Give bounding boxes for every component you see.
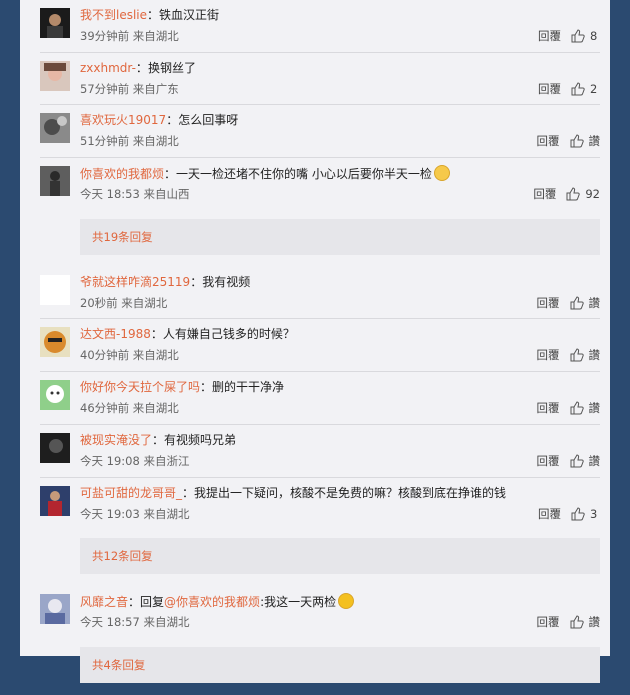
view-replies-link[interactable]: 共19条回复 — [80, 218, 600, 255]
comment-item: 可盐可甜的龙哥哥_：我提出一下疑问，核酸不是免费的嘛？核酸到底在挣谁的钱 今天 … — [40, 478, 600, 531]
reply-button[interactable]: 回覆 — [537, 347, 560, 363]
comment-meta: 今天 19:03 来自湖北 — [80, 506, 190, 521]
reply-button[interactable]: 回覆 — [538, 506, 561, 522]
comment-item: zxxhmdr-：换钢丝了 57分钟前 来自广东 回覆 2 — [40, 53, 600, 106]
comment-item: 风靡之音：回复@你喜欢的我都烦:我这一天两检 今天 18:57 来自湖北 回覆 … — [40, 586, 600, 639]
comment-meta: 39分钟前 来自湖北 — [80, 29, 179, 43]
avatar[interactable] — [40, 166, 70, 197]
like-count: 92 — [585, 187, 600, 202]
thumbs-up-icon[interactable] — [571, 29, 585, 43]
comment-text: 我提出一下疑问，核酸不是免费的嘛？核酸到底在挣谁的钱 — [194, 485, 507, 500]
comment-item: 爷就这样咋滴25119：我有视频 20秒前 来自湖北 回覆 讚 — [40, 267, 600, 320]
reply-button[interactable]: 回覆 — [533, 186, 556, 202]
view-replies-label: 共4条回复 — [92, 657, 146, 672]
like-count: 讚 — [588, 295, 601, 310]
like-count: 2 — [590, 81, 598, 96]
like-count: 讚 — [588, 348, 601, 363]
reply-button[interactable]: 回覆 — [538, 28, 561, 44]
avatar[interactable] — [40, 432, 70, 463]
thumbs-up-icon[interactable] — [570, 615, 584, 629]
username-link[interactable]: 被现实淹没了 — [80, 433, 152, 447]
comment-item: 达文西-1988：人有嫌自己钱多的时候？ 40分钟前 来自湖北 回覆 讚 — [40, 319, 601, 373]
avatar[interactable] — [40, 113, 70, 144]
comment-text: 铁血汉正街 — [159, 8, 220, 22]
comment-meta: 40分钟前 来自湖北 — [80, 348, 179, 363]
thumbs-up-icon[interactable] — [570, 454, 584, 468]
thumbs-up-icon[interactable] — [571, 506, 585, 521]
comment-text: 删的干干净净 — [212, 380, 285, 395]
comment-list: 我不到leslie：铁血汉正街 39分钟前 来自湖北 回覆 8 zxxhmdr-… — [40, 0, 600, 695]
username-link[interactable]: 爷就这样咋滴25119 — [80, 275, 190, 289]
avatar[interactable] — [40, 594, 70, 625]
reply-button[interactable]: 回覆 — [537, 295, 560, 311]
reply-button[interactable]: 回覆 — [537, 133, 560, 149]
thumbs-up-icon[interactable] — [571, 82, 585, 96]
thumbs-up-icon[interactable] — [570, 134, 584, 148]
username-link[interactable]: 达文西-1988 — [80, 327, 151, 341]
comment-text: 人有嫌自己钱多的时候？ — [162, 327, 295, 342]
avatar[interactable] — [40, 327, 70, 358]
comment-text: 有视频吗兄弟 — [164, 432, 237, 447]
reply-button[interactable]: 回覆 — [537, 614, 560, 630]
comment-item: 喜欢玩火19017：怎么回事呀 51分钟前 来自湖北 回覆 讚 — [40, 105, 601, 159]
like-count: 8 — [590, 29, 598, 43]
thumbs-up-icon[interactable] — [570, 296, 584, 310]
avatar[interactable] — [40, 274, 70, 305]
view-replies-label: 共12条回复 — [92, 549, 153, 564]
avatar[interactable] — [40, 485, 70, 516]
comment-item: 我不到leslie：铁血汉正街 39分钟前 来自湖北 回覆 8 — [40, 0, 600, 53]
view-replies-link[interactable]: 共12条回复 — [80, 538, 600, 575]
comment-meta: 今天 19:08 来自浙江 — [80, 453, 190, 468]
like-count: 3 — [590, 506, 598, 521]
comment-text: 换钢丝了 — [147, 60, 196, 75]
like-count: 讚 — [588, 615, 601, 630]
comment-text: 一天一检还堵不住你的嘴 小心以后要你半天一检 — [176, 167, 432, 182]
mention-link[interactable]: @你喜欢的我都烦 — [164, 595, 260, 609]
comment-text: 怎么回事呀 — [178, 113, 239, 128]
comment-meta: 20秒前 来自湖北 — [80, 295, 168, 310]
reply-button[interactable]: 回覆 — [537, 400, 560, 416]
like-count: 讚 — [588, 134, 601, 149]
tongue-emoji-icon — [338, 593, 355, 610]
comment-text: 我有视频 — [202, 274, 251, 289]
comment-item: 你好你今天拉个屎了吗：删的干干净净 46分钟前 来自湖北 回覆 讚 — [40, 372, 600, 425]
username-link[interactable]: 风靡之音 — [80, 595, 128, 609]
reply-prefix: 回复 — [140, 595, 165, 610]
comment-line: 我不到leslie：铁血汉正街 — [80, 8, 220, 22]
thumbs-up-icon[interactable] — [566, 187, 581, 201]
username-link[interactable]: 你喜欢的我都烦 — [80, 167, 164, 181]
thumbs-up-icon[interactable] — [570, 401, 584, 415]
comment-meta: 51分钟前 来自湖北 — [80, 134, 179, 149]
comment-meta: 46分钟前 来自湖北 — [80, 401, 179, 416]
reply-button[interactable]: 回覆 — [537, 453, 560, 469]
username-link[interactable]: 喜欢玩火19017 — [80, 113, 166, 127]
comment-meta: 57分钟前 来自广东 — [80, 81, 179, 96]
avatar[interactable] — [40, 60, 70, 91]
comment-actions: 回覆 8 — [538, 28, 600, 44]
comment-text: :我这一天两检 — [260, 595, 337, 610]
comments-panel: 我不到leslie：铁血汉正街 39分钟前 来自湖北 回覆 8 zxxhmdr-… — [20, 0, 610, 683]
comment-meta: 今天 18:57 来自湖北 — [80, 615, 190, 630]
comment-meta: 今天 18:53 来自山西 — [80, 187, 190, 202]
view-replies-link[interactable]: 共4条回复 — [80, 646, 600, 683]
comment-item: 你喜欢的我都烦：一天一检还堵不住你的嘴 小心以后要你半天一检 今天 18:53 … — [40, 158, 600, 211]
reply-button[interactable]: 回覆 — [538, 81, 561, 97]
like-count: 讚 — [588, 401, 601, 416]
avatar[interactable] — [40, 8, 70, 38]
avatar[interactable] — [40, 380, 70, 411]
view-replies-label: 共19条回复 — [92, 229, 153, 244]
cat-emoji-icon — [433, 165, 450, 182]
username-link[interactable]: 你好你今天拉个屎了吗 — [80, 380, 200, 394]
username-link[interactable]: zxxhmdr- — [80, 61, 136, 75]
username-link[interactable]: 可盐可甜的龙哥哥_ — [80, 486, 182, 500]
comment-item: 被现实淹没了：有视频吗兄弟 今天 19:08 来自浙江 回覆 讚 — [40, 425, 600, 478]
username-link[interactable]: 我不到leslie — [80, 8, 147, 22]
like-count: 讚 — [588, 453, 601, 468]
thumbs-up-icon[interactable] — [570, 348, 584, 362]
